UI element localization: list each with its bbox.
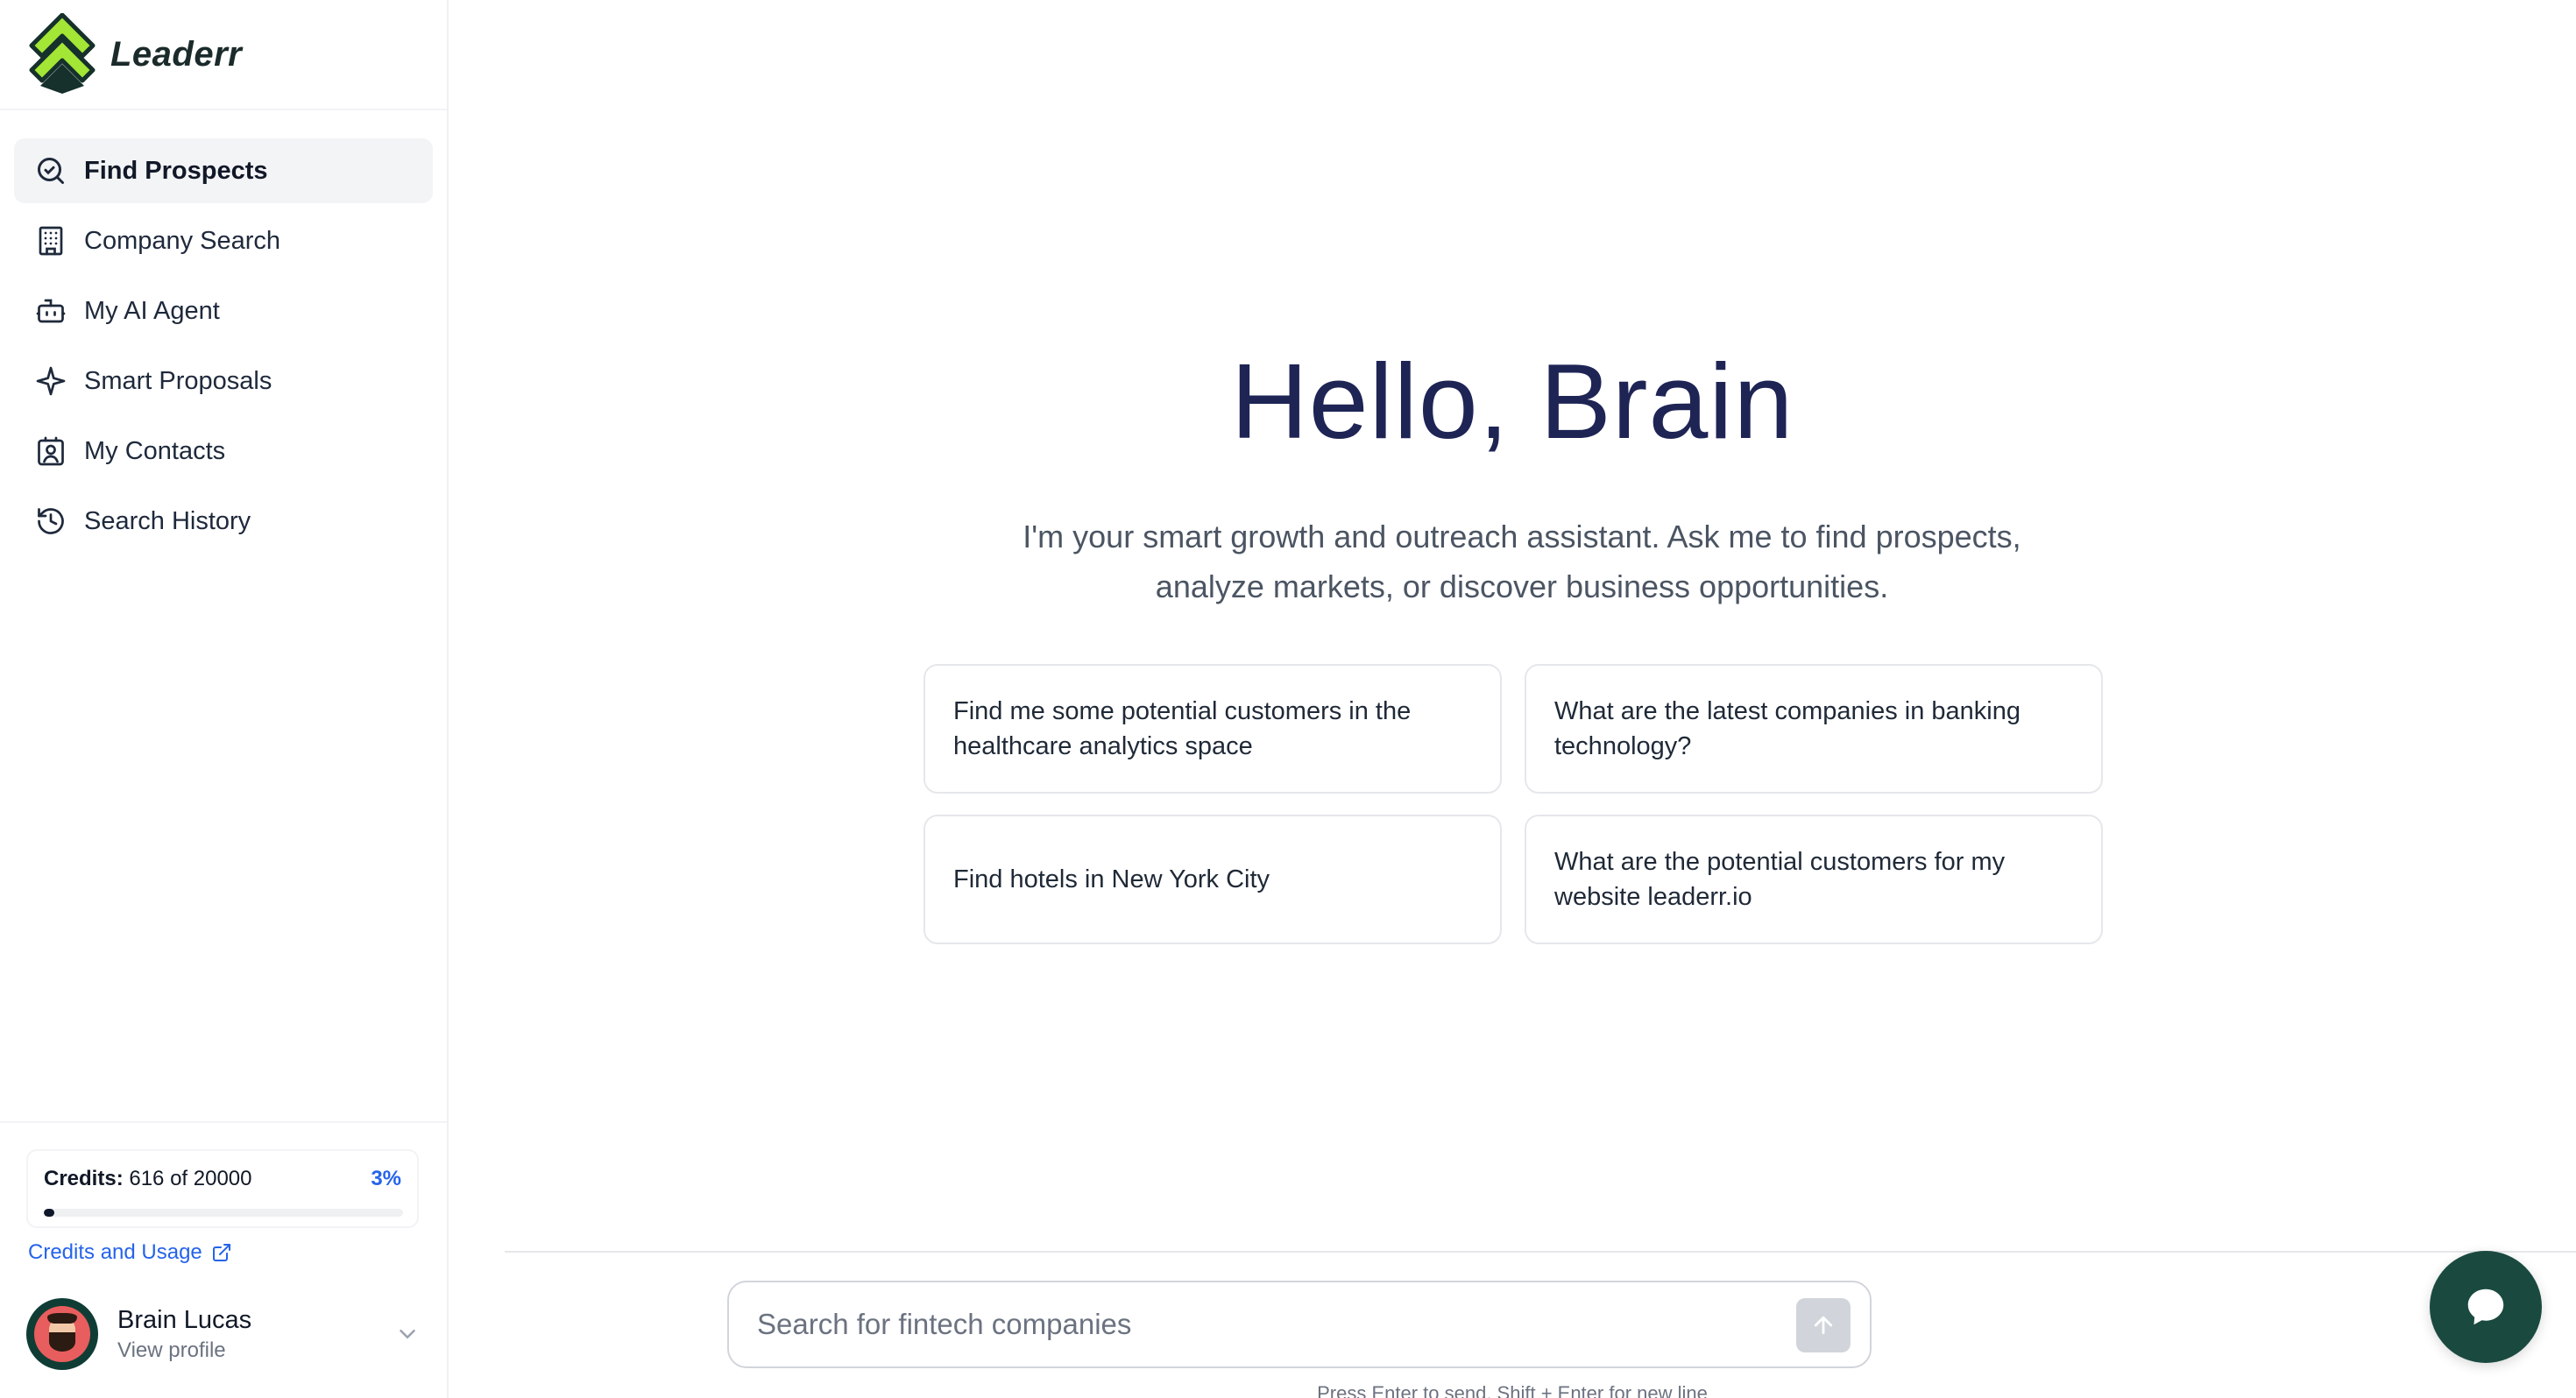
- external-link-icon: [212, 1244, 230, 1261]
- brand-name: Leaderr: [110, 34, 243, 74]
- greeting-title: Hello, Brain: [1230, 342, 1794, 461]
- assistant-subtitle: I'm your smart growth and outreach assis…: [913, 512, 2131, 611]
- logo[interactable]: Leaderr: [0, 0, 447, 110]
- credits-label: Credits:: [44, 1167, 124, 1190]
- nav-label: Search History: [84, 506, 251, 535]
- nav-label: My Contacts: [84, 436, 226, 465]
- building-icon: [35, 225, 67, 257]
- contact-card-icon: [35, 435, 67, 467]
- chat-bubble-icon: [2467, 1289, 2504, 1325]
- chat-input-box: [727, 1281, 1872, 1368]
- credits-and-usage-link[interactable]: Credits and Usage: [28, 1240, 232, 1265]
- nav-item-my-contacts[interactable]: My Contacts: [14, 419, 433, 484]
- search-magnify-icon: [35, 155, 67, 187]
- search-input[interactable]: [757, 1308, 1765, 1341]
- credits-card: Credits: 616 of 20000 3%: [26, 1149, 419, 1228]
- robot-icon: [35, 295, 67, 327]
- nav-label: Smart Proposals: [84, 366, 272, 395]
- history-icon: [35, 505, 67, 537]
- nav-item-search-history[interactable]: Search History: [14, 489, 433, 554]
- send-button[interactable]: [1796, 1298, 1851, 1352]
- suggestion-card[interactable]: What are the latest companies in banking…: [1525, 664, 2103, 794]
- profile-name: Brain Lucas: [117, 1305, 252, 1334]
- sparkle-icon: [35, 365, 67, 397]
- chevron-down-icon: [400, 1330, 415, 1339]
- main-content: Hello, Brain I'm your smart growth and o…: [449, 0, 2576, 1398]
- nav-item-my-ai-agent[interactable]: My AI Agent: [14, 279, 433, 343]
- nav-item-smart-proposals[interactable]: Smart Proposals: [14, 349, 433, 413]
- main-nav: Find Prospects Company Search My AI Agen…: [0, 110, 447, 554]
- sidebar: Leaderr Find Prospects Company Search My…: [0, 0, 449, 1398]
- credits-percent: 3%: [371, 1167, 401, 1190]
- credits-progress-fill: [44, 1209, 55, 1217]
- input-divider: [505, 1251, 2576, 1253]
- suggestion-card[interactable]: Find hotels in New York City: [924, 815, 1502, 944]
- suggestion-grid: Find me some potential customers in the …: [924, 664, 2103, 944]
- suggestion-card[interactable]: What are the potential customers for my …: [1525, 815, 2103, 944]
- credits-progress-bar: [44, 1209, 403, 1217]
- nav-item-company-search[interactable]: Company Search: [14, 208, 433, 273]
- sidebar-footer: Credits: 616 of 20000 3% Credits and Usa…: [0, 1121, 447, 1398]
- leaderr-logo-icon: [29, 13, 96, 94]
- input-hint: Press Enter to send, Shift + Enter for n…: [1317, 1382, 1708, 1398]
- nav-label: My AI Agent: [84, 296, 220, 325]
- profile-menu[interactable]: Brain Lucas View profile: [26, 1295, 421, 1373]
- subtitle-line-2: analyze markets, or discover business op…: [1155, 568, 1889, 604]
- credits-value: 616 of 20000: [129, 1167, 252, 1190]
- suggestion-card[interactable]: Find me some potential customers in the …: [924, 664, 1502, 794]
- view-profile-label: View profile: [117, 1338, 226, 1362]
- credits-link-label: Credits and Usage: [28, 1240, 202, 1264]
- subtitle-line-1: I'm your smart growth and outreach assis…: [1023, 519, 2021, 554]
- nav-item-find-prospects[interactable]: Find Prospects: [14, 138, 433, 203]
- nav-label: Company Search: [84, 226, 281, 255]
- avatar: [26, 1298, 98, 1370]
- arrow-up-icon: [1814, 1316, 1833, 1335]
- chat-widget-button[interactable]: [2430, 1251, 2542, 1363]
- nav-label: Find Prospects: [84, 156, 268, 185]
